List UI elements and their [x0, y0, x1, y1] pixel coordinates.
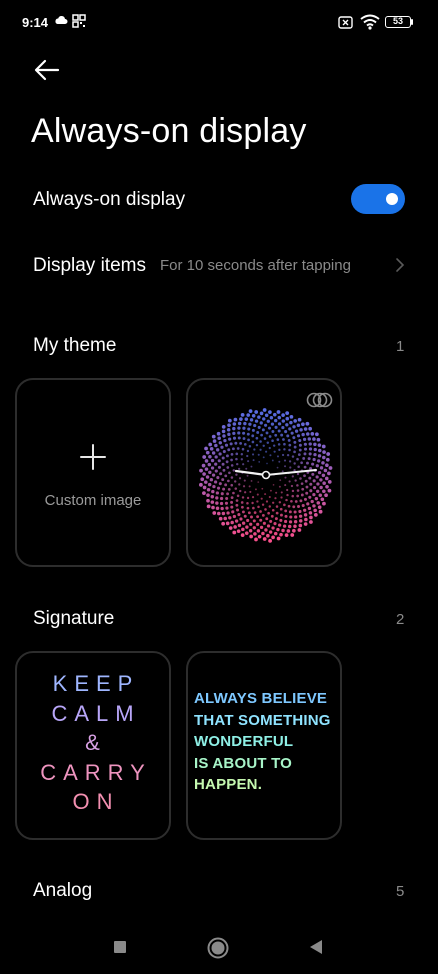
- signature-line: ON: [72, 789, 120, 814]
- signature-line: CALM: [51, 700, 141, 726]
- hour-hand: [234, 469, 268, 477]
- home-button[interactable]: [207, 937, 229, 959]
- display-items-row[interactable]: Display items For 10 seconds after tappi…: [0, 238, 438, 292]
- signature-card-keep-calm[interactable]: KEEP CALM & CARRY ON: [15, 651, 171, 840]
- plus-icon: [80, 444, 106, 470]
- display-items-value: For 10 seconds after tapping: [160, 257, 351, 274]
- notification-grid-icon: [72, 14, 86, 28]
- aod-toggle-row[interactable]: Always-on display: [0, 170, 438, 228]
- keep-calm-text: KEEP CALM & CARRY ON: [17, 669, 169, 817]
- signature-title: Signature: [33, 608, 115, 629]
- signature-line: ALWAYS BELIEVE: [194, 690, 328, 707]
- signature-line: KEEP: [52, 671, 140, 696]
- signature-line: HAPPEN.: [194, 776, 263, 793]
- my-theme-title: My theme: [33, 335, 117, 356]
- chevron-right-icon: [396, 258, 405, 272]
- signature-line: WONDERFUL: [194, 733, 294, 750]
- aod-toggle-switch[interactable]: [351, 184, 405, 214]
- custom-image-label: Custom image: [44, 492, 142, 509]
- display-items-label: Display items: [33, 255, 146, 276]
- toggle-knob: [386, 193, 398, 205]
- cloud-icon: [55, 16, 68, 24]
- aod-label: Always-on display: [33, 189, 186, 210]
- always-believe-text: ALWAYS BELIEVE THAT SOMETHING WONDERFUL …: [194, 688, 331, 796]
- page-title: Always-on display: [31, 112, 307, 150]
- signature-card-always-believe[interactable]: ALWAYS BELIEVE THAT SOMETHING WONDERFUL …: [186, 651, 342, 840]
- my-theme-count: 1: [396, 338, 405, 355]
- spiral-clock-face: [199, 408, 333, 543]
- signature-line: THAT SOMETHING: [194, 711, 331, 729]
- battery-icon: 53: [385, 16, 411, 28]
- sim-disabled-icon: [338, 16, 353, 29]
- analog-title: Analog: [33, 880, 93, 901]
- signature-line: CARRY: [40, 759, 152, 785]
- battery-level: 53: [392, 16, 403, 26]
- custom-image-card[interactable]: Custom image: [15, 378, 171, 567]
- back-button[interactable]: [309, 939, 323, 955]
- signature-count: 2: [396, 611, 405, 628]
- battery-tip: [411, 19, 413, 25]
- recents-button[interactable]: [114, 941, 126, 953]
- signature-line: &: [85, 730, 107, 755]
- wifi-icon: [360, 14, 380, 30]
- clock-center: [261, 470, 271, 480]
- back-arrow-icon[interactable]: [32, 56, 64, 84]
- theme-clock-card[interactable]: [186, 378, 342, 567]
- status-time: 9:14: [22, 15, 49, 30]
- signature-line: IS ABOUT TO: [194, 754, 293, 772]
- analog-count: 5: [396, 883, 405, 900]
